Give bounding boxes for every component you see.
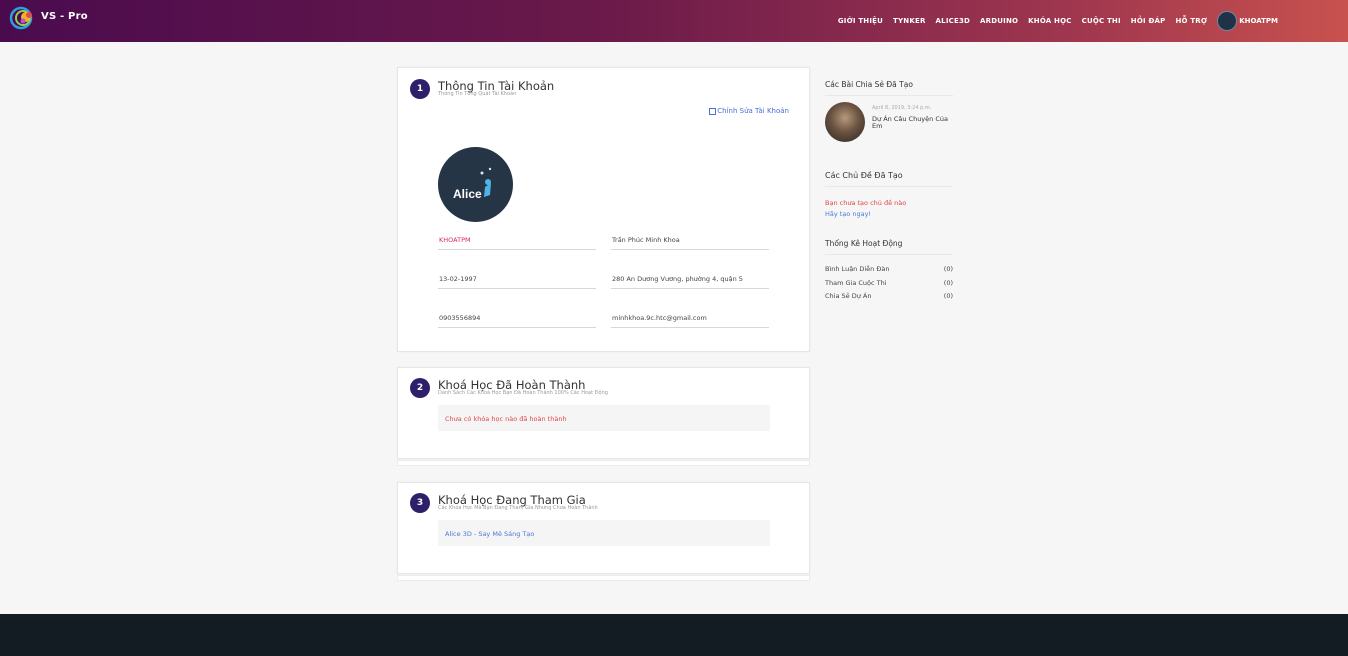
fullname-field: Trần Phúc Minh Khoa — [611, 236, 769, 250]
user-name: KHOATPM — [1239, 17, 1278, 25]
nav-cuoc-thi[interactable]: CUỘC THI — [1082, 17, 1121, 25]
shared-posts-section: Các Bài Chia Sẻ Đã Tạo April 8, 2019, 3:… — [825, 80, 953, 170]
stat-label: Bình Luận Diễn Đàn — [825, 265, 890, 273]
logo-swirl-icon — [9, 6, 41, 30]
account-subtitle: Thông Tin Tổng Quát Tài Khoản — [438, 91, 517, 97]
top-navbar: VS - Pro GIỚI THIỆU TYNKER ALICE3D ARDUI… — [0, 0, 1348, 42]
step-badge-2: 2 — [410, 378, 430, 398]
user-menu[interactable]: KHOATPM — [1217, 11, 1278, 31]
edit-account-label: Chỉnh Sửa Tài Khoản — [717, 107, 789, 115]
phone-field: 0903556894 — [438, 314, 596, 328]
stat-row: Tham Gia Cuộc Thi (0) — [825, 279, 953, 287]
logo-text: VS - Pro — [41, 10, 88, 22]
stat-row: Bình Luận Diễn Đàn (0) — [825, 265, 953, 273]
stats-title: Thống Kê Hoạt Động — [825, 239, 953, 255]
completed-empty-message: Chưa có khóa học nào đã hoàn thành — [438, 405, 770, 431]
main-nav: GIỚI THIỆU TYNKER ALICE3D ARDUINO KHÓA H… — [828, 0, 1278, 42]
topics-section: Các Chủ Đề Đã Tạo Bạn chưa tạo chủ đề nà… — [825, 171, 953, 218]
activity-stats-section: Thống Kê Hoạt Động Bình Luận Diễn Đàn (0… — [825, 239, 953, 309]
ongoing-course-link[interactable]: Alice 3D - Say Mê Sáng Tạo — [438, 520, 770, 546]
stat-label: Chia Sẻ Dự Án — [825, 292, 872, 300]
stat-value: (0) — [943, 265, 953, 273]
stat-value: (0) — [943, 292, 953, 300]
edit-account-link[interactable]: Chỉnh Sửa Tài Khoản — [709, 107, 789, 115]
post-date: April 8, 2019, 3:24 p.m. — [872, 105, 932, 111]
ongoing-courses-card: 3 Khoá Học Đang Tham Gia Các Khóa Học Mà… — [397, 482, 810, 574]
create-topic-link[interactable]: Hãy tạo ngay! — [825, 210, 953, 218]
post-thumbnail[interactable] — [825, 102, 865, 142]
post-title-link[interactable]: Dự Án Câu Chuyện Của Em — [872, 116, 952, 130]
nav-khoa-hoc[interactable]: KHÓA HỌC — [1028, 17, 1071, 25]
nav-hoi-dap[interactable]: HỎI ĐÁP — [1131, 17, 1166, 25]
birthday-field: 13-02-1997 — [438, 275, 596, 289]
step-badge-3: 3 — [410, 493, 430, 513]
user-avatar — [1217, 11, 1238, 31]
step-badge-1: 1 — [410, 79, 430, 99]
profile-avatar: Alice — [438, 147, 513, 222]
completed-courses-card: 2 Khoá Học Đã Hoàn Thành Danh Sách Các K… — [397, 367, 810, 459]
nav-arduino[interactable]: ARDUINO — [980, 17, 1018, 25]
stat-label: Tham Gia Cuộc Thi — [825, 279, 887, 287]
nav-alice3d[interactable]: ALICE3D — [936, 17, 970, 25]
stat-value: (0) — [943, 279, 953, 287]
page-footer — [0, 614, 1348, 656]
completed-subtitle: Danh Sách Các Khoá Học Bạn Đã Hoàn Thành… — [438, 390, 608, 396]
ongoing-subtitle: Các Khóa Học Mà Bạn Đang Tham Gia Nhưng … — [438, 505, 598, 511]
card-divider — [397, 575, 810, 581]
account-info-card: 1 Thông Tin Tài Khoản Thông Tin Tổng Quá… — [397, 67, 810, 352]
nav-ho-tro[interactable]: HỖ TRỢ — [1175, 17, 1207, 25]
address-field: 280 An Dương Vương, phường 4, quận 5 — [611, 275, 769, 289]
alice-logo-text: Alice — [453, 187, 482, 201]
username-field: KHOATPM — [438, 236, 596, 250]
nav-gioi-thieu[interactable]: GIỚI THIỆU — [838, 17, 883, 25]
nav-tynker[interactable]: TYNKER — [893, 17, 926, 25]
shared-posts-title: Các Bài Chia Sẻ Đã Tạo — [825, 80, 953, 96]
stat-row: Chia Sẻ Dự Án (0) — [825, 292, 953, 300]
alice-logo-icon — [480, 167, 492, 197]
edit-icon — [709, 107, 717, 115]
topics-empty-message: Bạn chưa tạo chủ đề nào — [825, 199, 907, 207]
topics-title: Các Chủ Đề Đã Tạo — [825, 171, 953, 187]
email-field: minhkhoa.9c.htc@gmail.com — [611, 314, 769, 328]
site-logo[interactable]: VS - Pro — [9, 6, 88, 30]
card-divider — [397, 460, 810, 466]
